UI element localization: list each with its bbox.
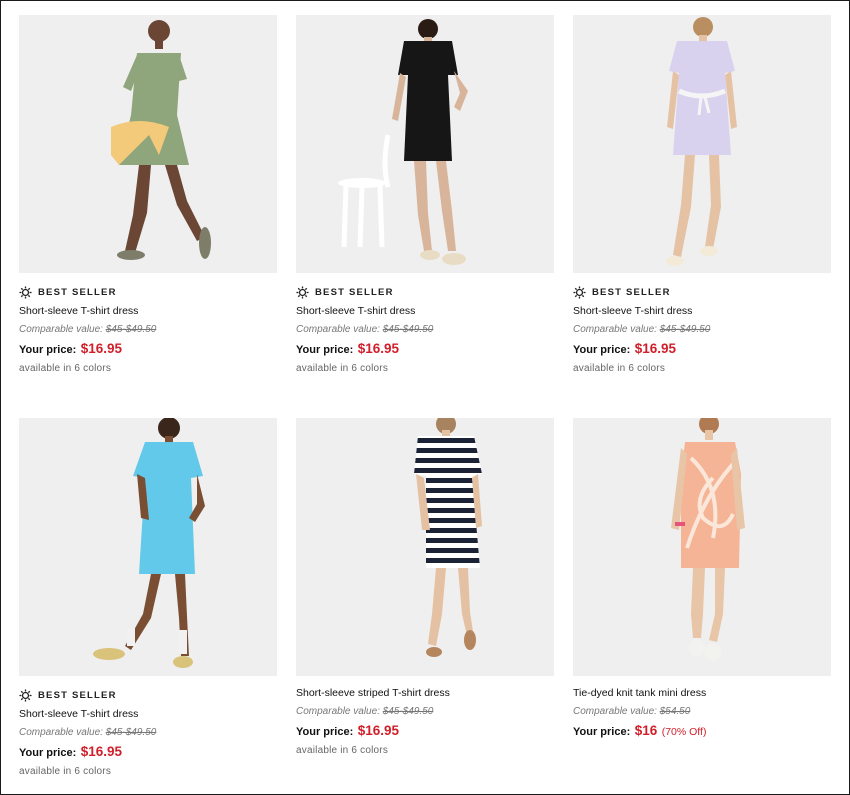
price-label: Your price: [573, 344, 631, 356]
comparable-value: Comparable value: $45-$49.50 [296, 706, 554, 718]
product-card[interactable]: Tie-dyed knit tank mini dress Comparable… [573, 418, 831, 739]
product-card[interactable]: BEST SELLER Short-sleeve T-shirt dress C… [19, 15, 277, 374]
best-seller-icon [19, 688, 32, 702]
comparable-label: Comparable value: [19, 324, 103, 335]
comparable-label: Comparable value: [573, 324, 657, 335]
price-value: $16.95 [80, 341, 123, 356]
product-name[interactable]: Short-sleeve T-shirt dress [19, 305, 277, 318]
product-name[interactable]: Short-sleeve T-shirt dress [19, 708, 277, 721]
price-row: Your price: $16.95 [296, 724, 554, 739]
price-label: Your price: [296, 344, 354, 356]
comparable-label: Comparable value: [296, 324, 380, 335]
comparable-value: Comparable value: $45-$49.50 [296, 324, 554, 336]
price-value: $16.95 [634, 341, 677, 356]
best-seller-icon [573, 285, 586, 299]
product-grid: BEST SELLER Short-sleeve T-shirt dress C… [0, 0, 850, 795]
price-row: Your price: $16 (70% Off) [573, 724, 831, 739]
comparable-value: Comparable value: $54.50 [573, 706, 831, 718]
model-blue-dress-image [19, 418, 277, 676]
available-colors[interactable]: available in 6 colors [19, 766, 277, 777]
comparable-price: $45-$49.50 [105, 727, 157, 738]
price-row: Your price: $16.95 [573, 342, 831, 357]
model-black-dress-image [296, 15, 554, 273]
best-seller-badge: BEST SELLER [296, 285, 554, 299]
product-image[interactable] [296, 15, 554, 273]
comparable-price: $45-$49.50 [382, 324, 434, 335]
best-seller-icon [296, 285, 309, 299]
comparable-value: Comparable value: $45-$49.50 [573, 324, 831, 336]
badge-label: BEST SELLER [315, 286, 394, 298]
comparable-value: Comparable value: $45-$49.50 [19, 727, 277, 739]
best-seller-badge: BEST SELLER [573, 285, 831, 299]
comparable-label: Comparable value: [296, 706, 380, 717]
price-label: Your price: [296, 726, 354, 738]
product-card[interactable]: BEST SELLER Short-sleeve T-shirt dress C… [19, 418, 277, 777]
model-striped-dress-image [296, 418, 554, 676]
model-green-dress-image [19, 15, 277, 273]
product-name[interactable]: Tie-dyed knit tank mini dress [573, 687, 831, 700]
product-name[interactable]: Short-sleeve T-shirt dress [573, 305, 831, 318]
price-value: $16.95 [357, 723, 400, 738]
badge-label: BEST SELLER [38, 689, 117, 701]
price-label: Your price: [573, 726, 631, 738]
price-row: Your price: $16.95 [296, 342, 554, 357]
best-seller-icon [19, 285, 32, 299]
best-seller-badge: BEST SELLER [19, 285, 277, 299]
badge-label: BEST SELLER [38, 286, 117, 298]
product-image[interactable] [296, 418, 554, 676]
product-card[interactable]: BEST SELLER Short-sleeve T-shirt dress C… [573, 15, 831, 374]
comparable-price: $54.50 [659, 706, 691, 717]
product-name[interactable]: Short-sleeve striped T-shirt dress [296, 687, 554, 700]
comparable-value: Comparable value: $45-$49.50 [19, 324, 277, 336]
model-lavender-dress-image [573, 15, 831, 273]
comparable-price: $45-$49.50 [105, 324, 157, 335]
product-name[interactable]: Short-sleeve T-shirt dress [296, 305, 554, 318]
available-colors[interactable]: available in 6 colors [19, 363, 277, 374]
price-value: $16 [634, 723, 658, 738]
comparable-label: Comparable value: [573, 706, 657, 717]
model-tie-dye-dress-image [573, 418, 831, 676]
comparable-price: $45-$49.50 [659, 324, 711, 335]
product-image[interactable] [19, 418, 277, 676]
product-image[interactable] [573, 15, 831, 273]
price-row: Your price: $16.95 [19, 745, 277, 760]
comparable-label: Comparable value: [19, 727, 103, 738]
badge-label: BEST SELLER [592, 286, 671, 298]
available-colors[interactable]: available in 6 colors [573, 363, 831, 374]
product-image[interactable] [19, 15, 277, 273]
price-value: $16.95 [357, 341, 400, 356]
discount-note: (70% Off) [661, 726, 707, 738]
available-colors[interactable]: available in 6 colors [296, 745, 554, 756]
available-colors[interactable]: available in 6 colors [296, 363, 554, 374]
price-value: $16.95 [80, 744, 123, 759]
best-seller-badge: BEST SELLER [19, 688, 277, 702]
price-row: Your price: $16.95 [19, 342, 277, 357]
comparable-price: $45-$49.50 [382, 706, 434, 717]
product-card[interactable]: Short-sleeve striped T-shirt dress Compa… [296, 418, 554, 756]
product-image[interactable] [573, 418, 831, 676]
price-label: Your price: [19, 747, 77, 759]
product-card[interactable]: BEST SELLER Short-sleeve T-shirt dress C… [296, 15, 554, 374]
price-label: Your price: [19, 344, 77, 356]
